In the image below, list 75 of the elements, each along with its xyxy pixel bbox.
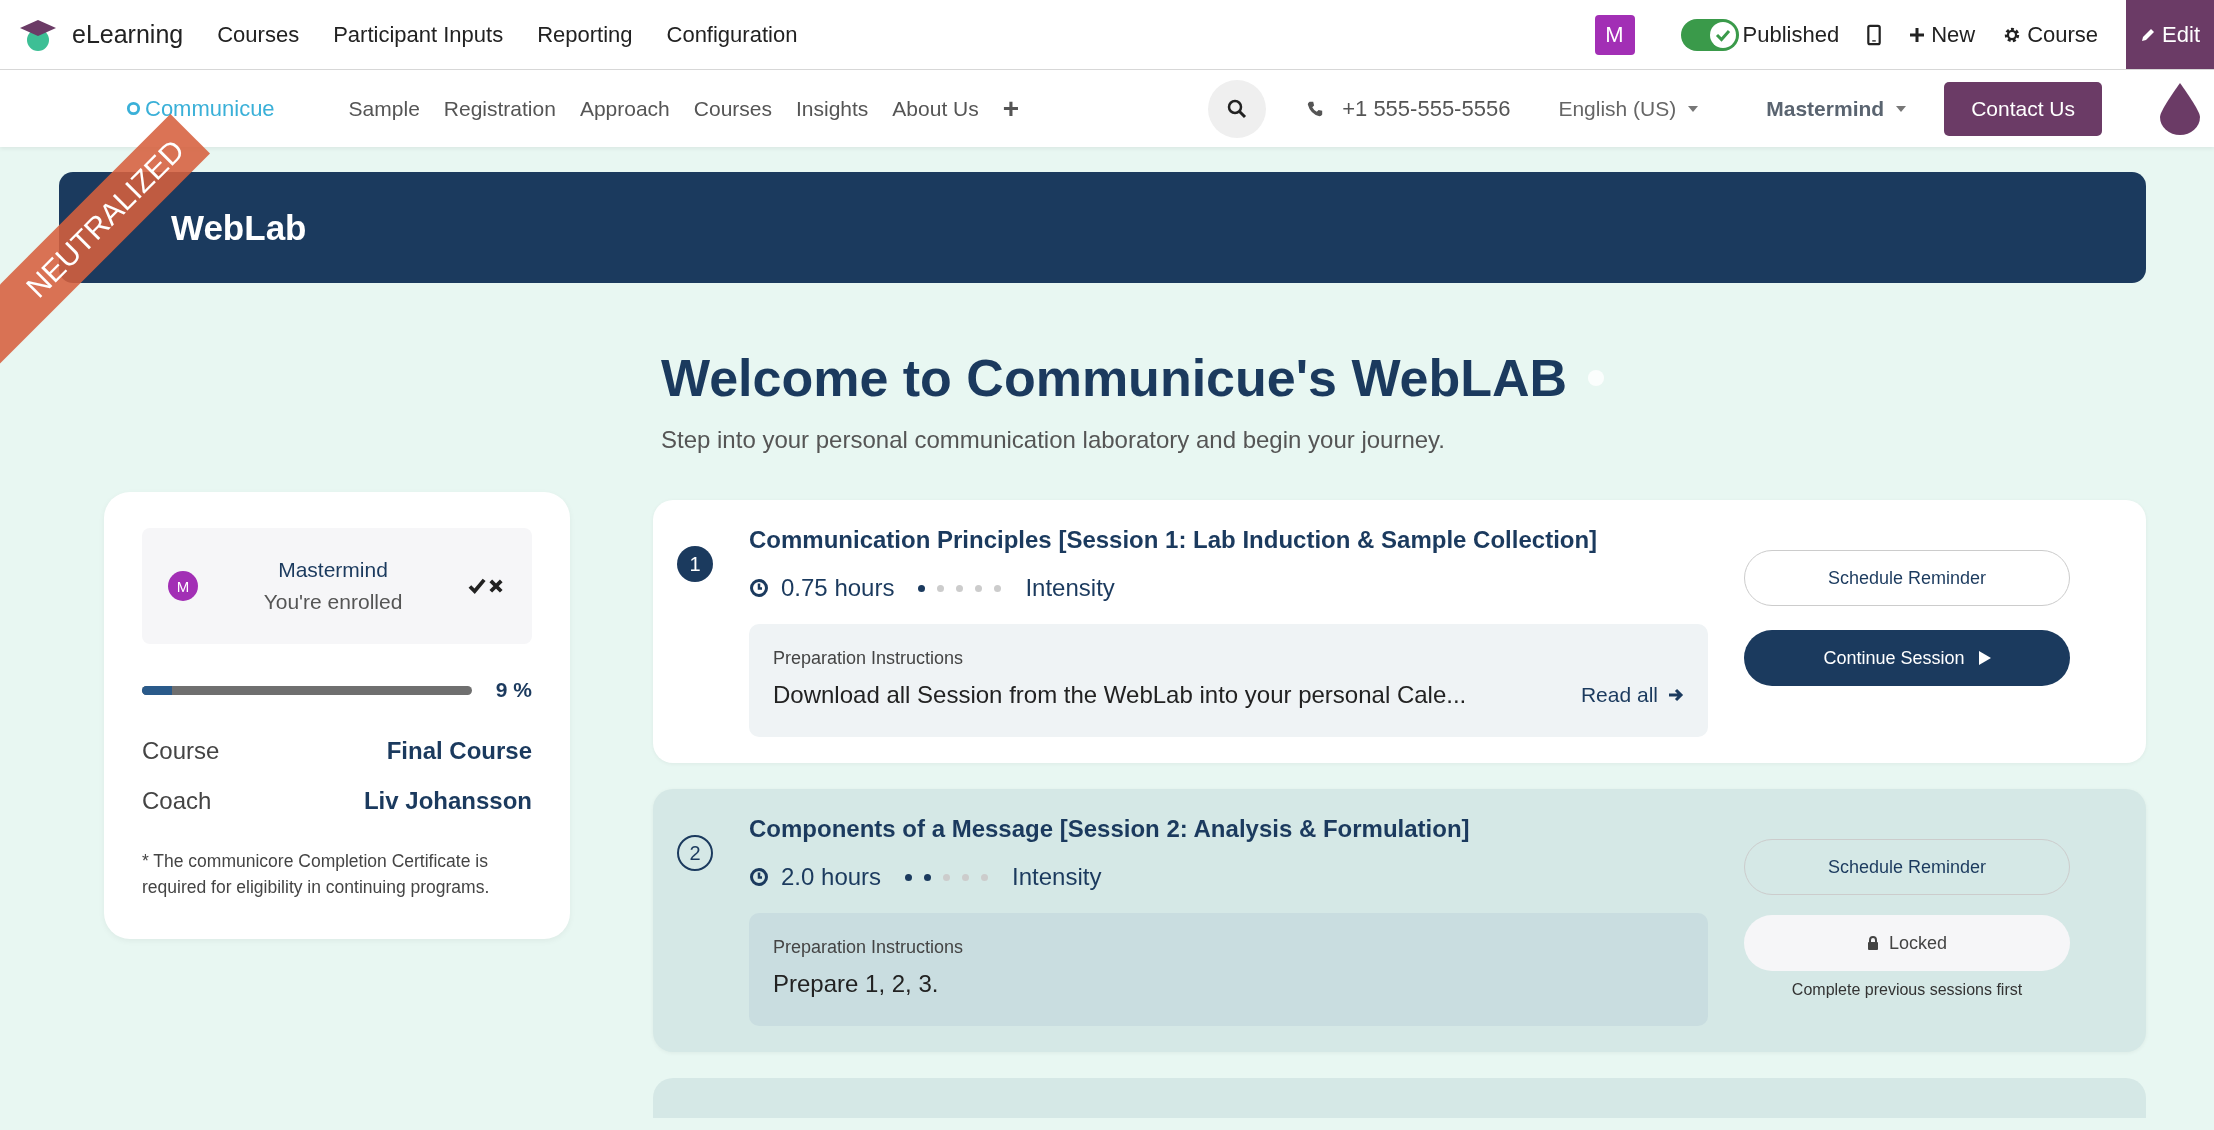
- welcome-heading: Welcome to Communicue's WebLAB: [661, 348, 1568, 408]
- user-avatar: M: [168, 571, 198, 601]
- enrollment-status: You're enrolled: [263, 590, 403, 614]
- nav-link[interactable]: Courses: [693, 96, 772, 121]
- check-icon[interactable]: [1708, 20, 1737, 49]
- edit-button[interactable]: Edit: [2126, 0, 2214, 69]
- nav-link[interactable]: Registration: [443, 96, 556, 121]
- user-avatar[interactable]: M: [1594, 14, 1635, 55]
- caret-icon[interactable]: [1688, 105, 1699, 112]
- session-title[interactable]: Components of a Message [Session 2: Analysis & Formulation]: [749, 815, 1470, 842]
- new-button[interactable]: New: [1909, 21, 1976, 48]
- drop-icon[interactable]: [2160, 82, 2200, 135]
- lock-icon[interactable]: [1866, 936, 1879, 950]
- menu-item[interactable]: Participant Inputs: [333, 21, 504, 48]
- field-label: Coach: [142, 787, 212, 815]
- pencil-icon[interactable]: [2140, 26, 2157, 43]
- preparation-label: Preparation Instructions: [773, 937, 965, 958]
- intensity-dot: [943, 873, 951, 881]
- publish-toggle[interactable]: [1680, 18, 1739, 51]
- menu-item[interactable]: Reporting: [537, 21, 633, 48]
- intensity-label: Intensity: [1012, 863, 1102, 891]
- field-value[interactable]: Final Course: [386, 737, 532, 765]
- nav-link[interactable]: Insights: [796, 96, 869, 121]
- nav-link[interactable]: About Us: [892, 96, 979, 121]
- add-menu-button[interactable]: +: [1002, 92, 1020, 125]
- search-icon[interactable]: [1227, 98, 1248, 119]
- locked-button[interactable]: Locked: [1744, 915, 2070, 971]
- progress-percent: 9 %: [495, 678, 532, 702]
- phone-icon: [1306, 99, 1325, 118]
- contact-us-button[interactable]: Contact Us: [1944, 81, 2102, 136]
- caret-icon[interactable]: [1896, 105, 1907, 112]
- menu-item[interactable]: Configuration: [666, 21, 798, 48]
- user-name[interactable]: Mastermind: [278, 558, 388, 582]
- read-all-link[interactable]: Read all: [1580, 683, 1684, 707]
- session-duration: 2.0 hours: [781, 863, 882, 891]
- certificate-note: * The communicore Completion Certificate is required for eligibility in continuing programs.: [142, 850, 491, 900]
- arrow-right-icon[interactable]: [1668, 687, 1684, 703]
- intensity-dot: [956, 584, 964, 592]
- intensity-dot: [937, 584, 945, 592]
- intensity-dot: [918, 584, 926, 592]
- plus-icon[interactable]: [1909, 26, 1926, 43]
- intensity-dot: [905, 873, 913, 881]
- preparation-text: Download all Session from the WebLab into your personal Cale...: [773, 681, 1467, 709]
- menu-item[interactable]: Courses: [217, 21, 300, 48]
- session-title[interactable]: Communication Principles [Session 1: Lab Induction & Sample Collection]: [749, 526, 1598, 553]
- course-button[interactable]: Course: [2003, 21, 2099, 48]
- preparation-text: Prepare 1, 2, 3.: [773, 970, 939, 998]
- session-duration: 0.75 hours: [781, 574, 895, 602]
- clock-icon: [749, 867, 769, 887]
- intensity-dot: [962, 873, 970, 881]
- welcome-subtitle: Step into your personal communication laboratory and begin your journey.: [661, 426, 1446, 454]
- settings-icon[interactable]: [2003, 25, 2022, 44]
- nav-link[interactable]: Approach: [579, 96, 670, 121]
- language-dropdown[interactable]: English (US): [1558, 96, 1699, 121]
- field-label: Course: [142, 737, 220, 765]
- clock-icon: [749, 578, 769, 598]
- field-value[interactable]: Liv Johansson: [363, 787, 532, 815]
- intensity-dot: [975, 584, 983, 592]
- nav-link[interactable]: Sample: [348, 96, 420, 121]
- intensity-dot: [924, 873, 932, 881]
- continue-session-button[interactable]: Continue Session: [1744, 630, 2070, 686]
- preparation-label: Preparation Instructions: [773, 648, 965, 669]
- play-icon[interactable]: [1978, 651, 1991, 665]
- user-dropdown[interactable]: Mastermind: [1766, 96, 1907, 121]
- intensity-dot: [994, 584, 1002, 592]
- published-label: Published: [1742, 21, 1840, 48]
- session-number: 1: [677, 546, 713, 582]
- locked-hint: Complete previous sessions first: [1790, 981, 2024, 999]
- intensity-dot: [981, 873, 989, 881]
- phone-number[interactable]: +1 555-555-5556: [1342, 95, 1511, 122]
- schedule-reminder-button[interactable]: Schedule Reminder: [1744, 550, 2070, 606]
- session-number: 2: [677, 835, 713, 871]
- app-name[interactable]: eLearning: [72, 20, 184, 49]
- intensity-label: Intensity: [1025, 574, 1115, 602]
- mobile-icon[interactable]: [1867, 23, 1882, 46]
